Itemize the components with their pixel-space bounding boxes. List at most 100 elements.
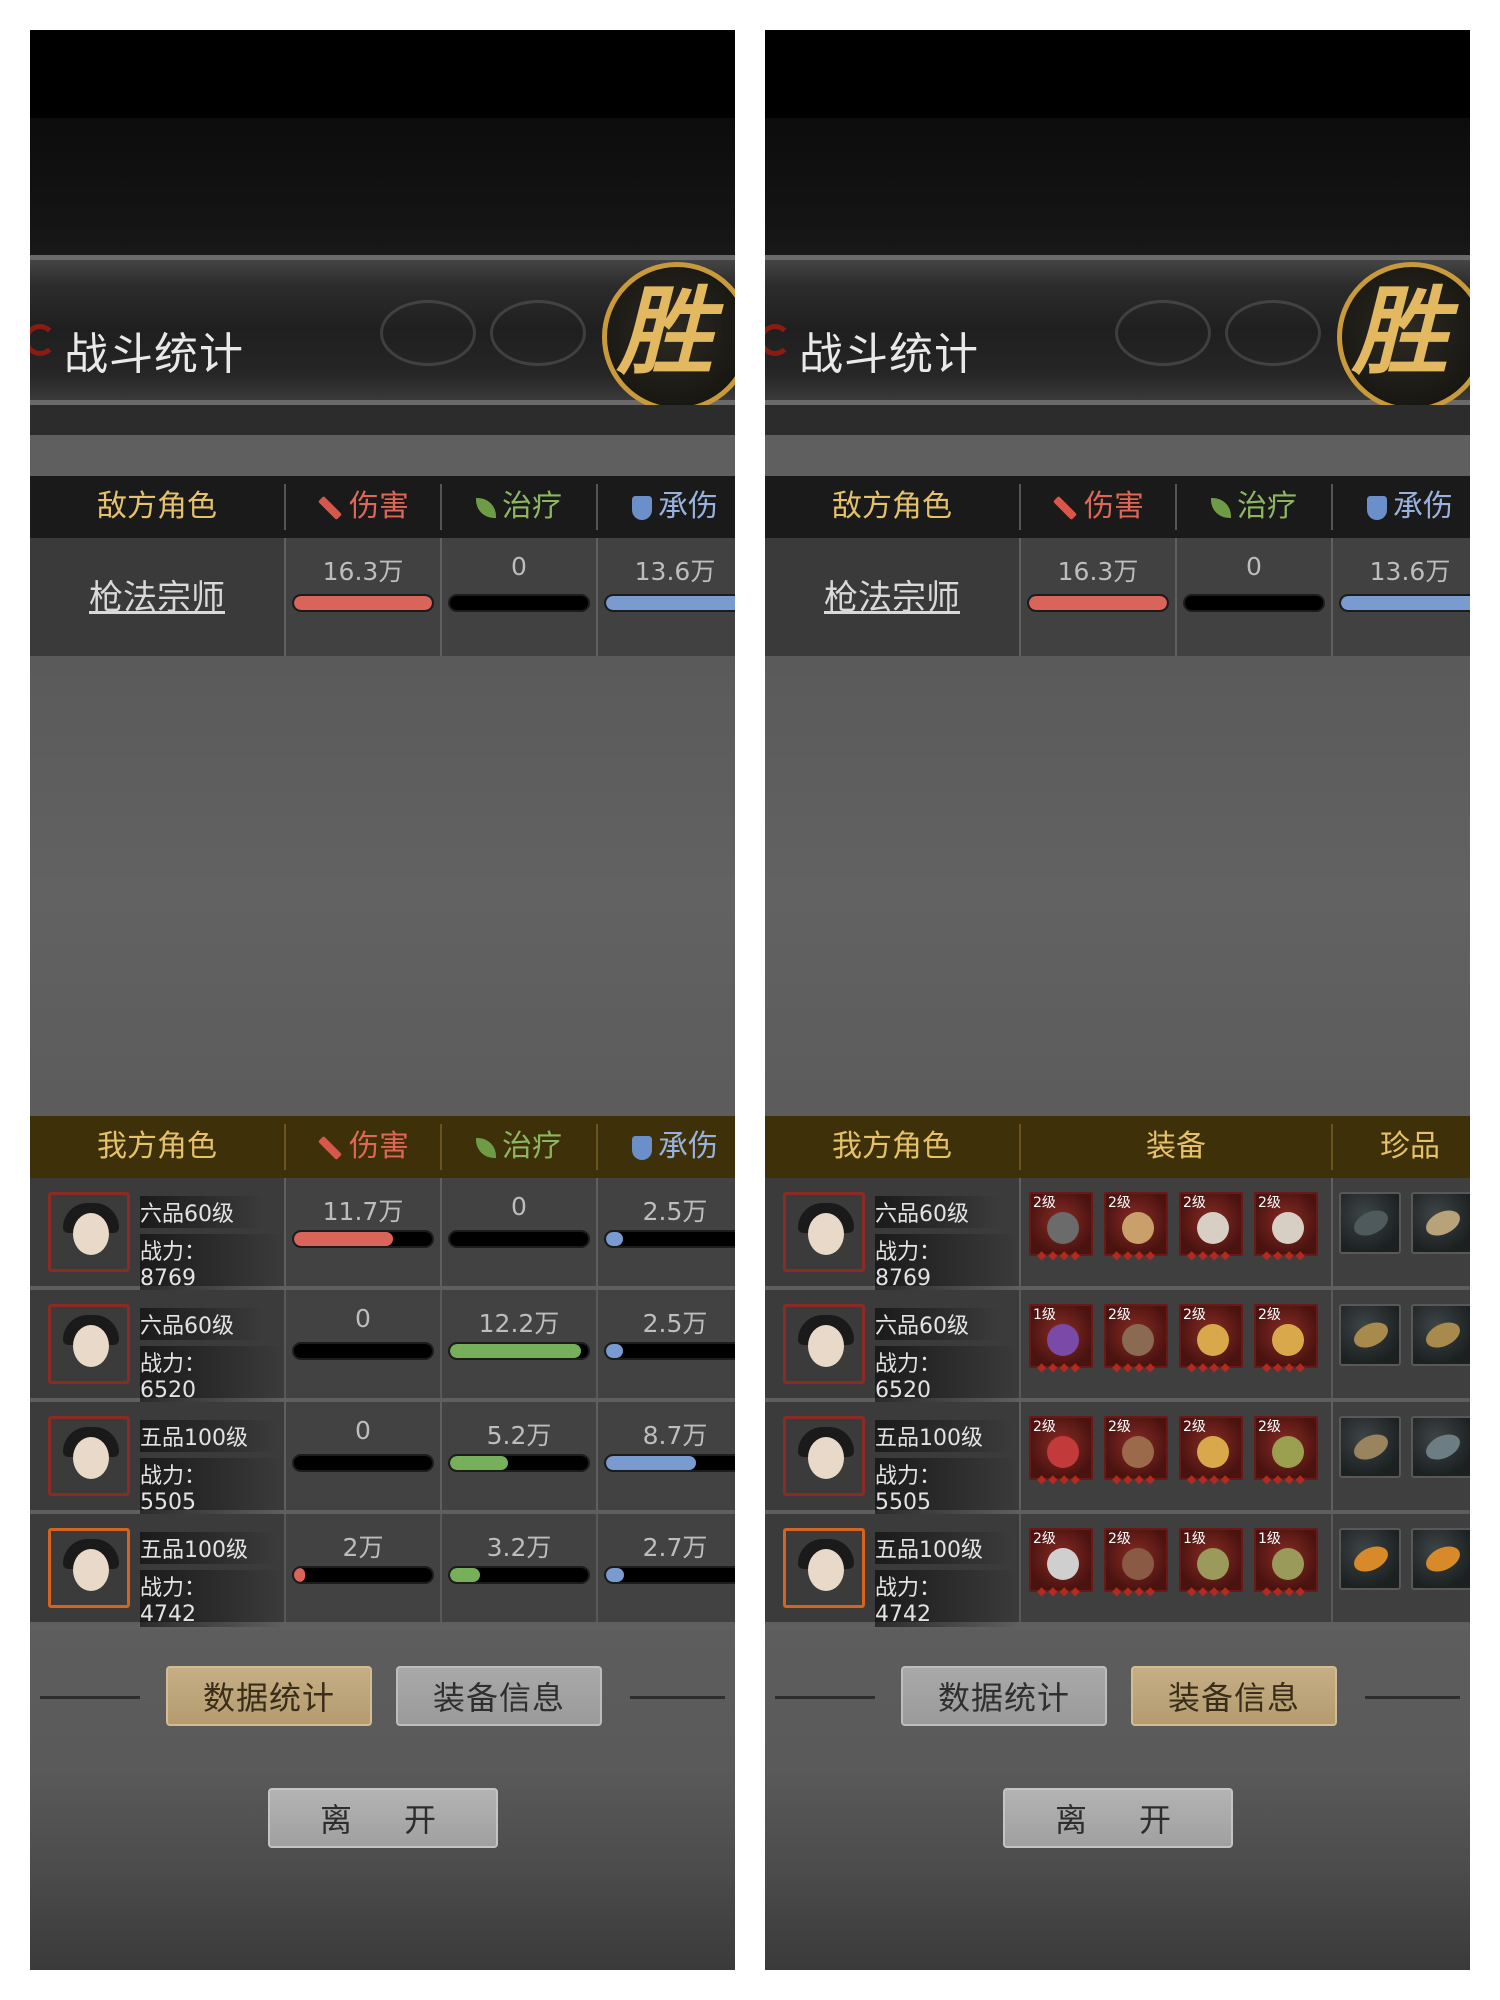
column-tank: 承伤 [1333,476,1470,538]
ally-heal-value: 3.2万 [486,1533,552,1562]
cloud-ornament-icon [380,300,476,366]
equipment-level: 2级 [1183,1307,1206,1323]
ally-tank-bar [604,1230,735,1248]
hero-rank: 六品60级 [875,1196,999,1228]
ally-damage-bar [292,1454,434,1472]
hero-portrait[interactable] [783,1304,865,1384]
hero-rank: 五品100级 [140,1420,278,1452]
treasure-slot[interactable] [1339,1304,1401,1366]
hero-rank: 五品100级 [875,1420,1013,1452]
bar-fill [450,1456,508,1470]
equipment-item-icon [1197,1548,1229,1580]
hero-portrait[interactable] [48,1416,130,1496]
data-stats-tab-button[interactable]: 数据统计 [901,1666,1107,1726]
equipment-slot[interactable]: 2级 ◆◆◆◆ [1104,1416,1168,1486]
bar-fill [1341,596,1470,610]
ally-tank-bar [604,1566,735,1584]
hero-power: 战力：8769 [140,1234,284,1291]
treasure-slot[interactable] [1339,1528,1401,1590]
equipment-item-icon [1197,1324,1229,1356]
equipment-slot[interactable]: 2级 ◆◆◆◆ [1104,1304,1168,1374]
hero-rank: 五品100级 [140,1532,278,1564]
equipment-slot[interactable]: 2级 ◆◆◆◆ [1254,1304,1318,1374]
equipment-slot[interactable]: 2级 ◆◆◆◆ [1179,1304,1243,1374]
equipment-slot[interactable]: 2级 ◆◆◆◆ [1029,1416,1093,1486]
equipment-slot[interactable]: 1级 ◆◆◆◆ [1254,1528,1318,1598]
equipment-level: 2级 [1033,1419,1056,1435]
equipment-level: 2级 [1033,1531,1056,1547]
equipment-slot[interactable]: 2级 ◆◆◆◆ [1029,1192,1093,1262]
equipment-slot[interactable]: 1级 ◆◆◆◆ [1029,1304,1093,1374]
ally-row: 六品60级 战力：8769 2级 ◆◆◆◆ 2级 ◆◆◆◆ 2级 ◆◆◆◆ 2级 ◆◆◆… [765,1178,1470,1291]
bar-fill [606,1456,696,1470]
treasure-slot[interactable] [1339,1192,1401,1254]
bar-fill [606,1232,623,1246]
equipment-slot[interactable]: 1级 ◆◆◆◆ [1179,1528,1243,1598]
equipment-slot[interactable]: 2级 ◆◆◆◆ [1254,1192,1318,1262]
ally-heal-bar [448,1566,590,1584]
enemy-heal-bar [1183,594,1325,612]
equipment-item-icon [1272,1324,1304,1356]
enemy-tank-bar [1339,594,1470,612]
equipment-slot[interactable]: 2级 ◆◆◆◆ [1029,1528,1093,1598]
equipment-level: 2级 [1108,1531,1131,1547]
shield-icon [632,1135,652,1160]
equipment-slot[interactable]: 2级 ◆◆◆◆ [1104,1192,1168,1262]
bar-fill [294,1568,306,1582]
treasure-slot[interactable] [1339,1416,1401,1478]
column-tank: 承伤 [598,476,735,538]
hero-portrait[interactable] [783,1528,865,1608]
hero-portrait[interactable] [48,1528,130,1608]
treasure-item-icon [1350,1429,1392,1465]
enemy-tank-value: 13.6万 [1369,557,1451,586]
enemy-row: 枪法宗师 16.3万 0 13.6万 [30,538,735,656]
equipment-level: 2级 [1258,1195,1281,1211]
data-stats-tab-button[interactable]: 数据统计 [166,1666,372,1726]
equipment-level: 2级 [1033,1195,1056,1211]
enemy-header-label: 敌方角色 [97,489,217,524]
ally-header: 我方角色 装备 珍品 [765,1116,1470,1178]
ally-damage-bar [292,1566,434,1584]
enemy-name-link[interactable]: 枪法宗师 [765,570,1019,619]
leave-button[interactable]: 离 开 [1003,1788,1233,1848]
ally-damage-bar [292,1342,434,1360]
column-damage: 伤害 [1021,476,1175,538]
equipment-level: 2级 [1258,1307,1281,1323]
hero-portrait[interactable] [783,1416,865,1496]
enemy-damage-bar [1027,594,1169,612]
hero-rank: 六品60级 [875,1308,999,1340]
enemy-header-label: 敌方角色 [832,489,952,524]
treasure-slot[interactable] [1411,1528,1470,1590]
enemy-tank-bar [604,594,735,612]
equipment-slot[interactable]: 2级 ◆◆◆◆ [1179,1416,1243,1486]
equipment-slot[interactable]: 2级 ◆◆◆◆ [1254,1416,1318,1486]
equipment-level: 2级 [1108,1307,1131,1323]
shield-icon [1367,495,1387,520]
treasure-slot[interactable] [1411,1192,1470,1254]
equipment-slot[interactable]: 2级 ◆◆◆◆ [1179,1192,1243,1262]
hero-portrait[interactable] [783,1192,865,1272]
ally-header: 我方角色 伤害 治疗 承伤 [30,1116,735,1178]
enemy-name-link[interactable]: 枪法宗师 [30,570,284,619]
equipment-level: 2级 [1258,1419,1281,1435]
sword-icon [317,495,343,520]
equipment-info-tab-button[interactable]: 装备信息 [396,1666,602,1726]
enemy-damage-bar [292,594,434,612]
hero-portrait[interactable] [48,1304,130,1384]
ally-heal-bar [448,1230,590,1248]
equipment-slot[interactable]: 2级 ◆◆◆◆ [1104,1528,1168,1598]
bar-fill [450,1344,582,1358]
treasure-slot[interactable] [1411,1416,1470,1478]
leave-button[interactable]: 离 开 [268,1788,498,1848]
treasure-slot[interactable] [1411,1304,1470,1366]
equipment-info-tab-button[interactable]: 装备信息 [1131,1666,1337,1726]
equipment-level: 2级 [1183,1419,1206,1435]
equipment-item-icon [1197,1436,1229,1468]
column-treasure: 珍品 [1380,1129,1440,1164]
ally-row: 五品100级 战力：5505 0 5.2万 8.7万 [30,1402,735,1515]
shield-icon [632,495,652,520]
hero-portrait[interactable] [48,1192,130,1272]
leaf-icon [476,1137,496,1158]
ally-row: 六品60级 战力：8769 11.7万 0 2.5万 [30,1178,735,1291]
ally-heal-value: 0 [511,1192,527,1221]
